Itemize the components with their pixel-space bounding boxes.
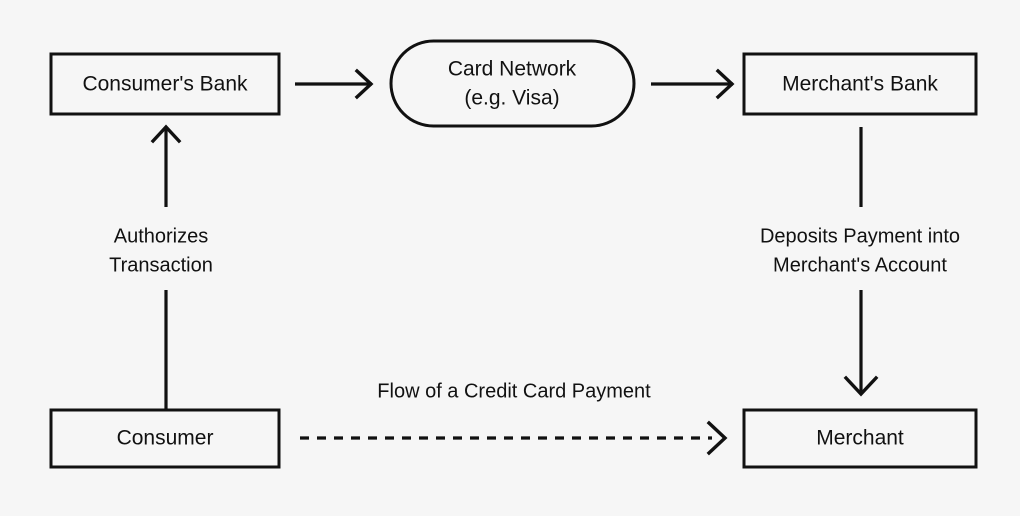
card-network-label-line1: Card Network [448,58,577,81]
edge-consumer-to-consumers-bank: Authorizes Transaction [109,124,213,410]
card-network-label-line2: (e.g. Visa) [464,87,559,110]
edge-consumers-bank-to-card-network [295,68,374,100]
merchants-bank-label: Merchant's Bank [782,73,938,96]
node-merchants-bank[interactable]: Merchant's Bank [742,52,978,116]
card-network-stadium [389,39,636,128]
deposits-label-line1: Deposits Payment into [760,225,960,247]
authorizes-label-line2: Transaction [109,254,213,276]
diagram-canvas: Consumer's Bank Card Network (e.g. Visa)… [0,0,1020,516]
payment-flow-label: Flow of a Credit Card Payment [377,380,651,402]
node-consumer[interactable]: Consumer [49,408,281,469]
node-consumers-bank[interactable]: Consumer's Bank [49,52,281,116]
authorizes-label-line1: Authorizes [114,225,209,247]
deposits-label-line2: Merchant's Account [773,254,947,276]
node-card-network[interactable]: Card Network (e.g. Visa) [389,39,636,128]
flow-diagram: Consumer's Bank Card Network (e.g. Visa)… [0,0,1020,516]
edge-merchants-bank-to-merchant: Deposits Payment into Merchant's Account [760,127,960,397]
consumer-label: Consumer [117,427,214,450]
consumers-bank-label: Consumer's Bank [82,73,248,96]
edge-card-network-to-merchants-bank [651,68,735,100]
edge-consumer-to-merchant: Flow of a Credit Card Payment [300,380,728,456]
node-merchant[interactable]: Merchant [742,408,978,469]
merchant-label: Merchant [816,427,904,450]
